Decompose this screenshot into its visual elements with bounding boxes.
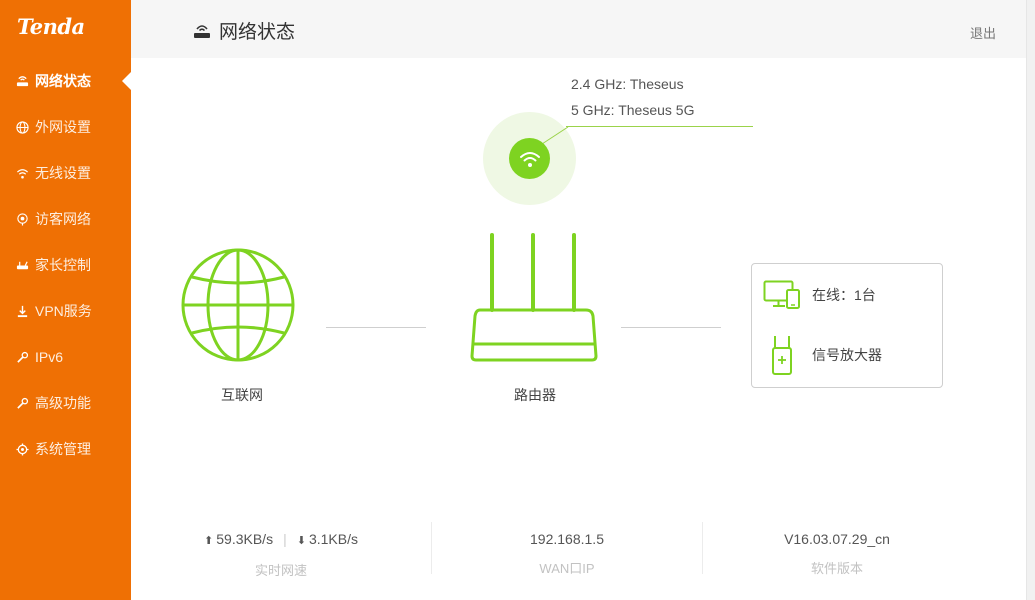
internet-globe-icon[interactable] — [180, 247, 296, 363]
page-header: 网络状态 退出 — [131, 0, 1026, 58]
firmware-value: V16.03.07.29_cn — [784, 531, 890, 547]
online-devices-row[interactable]: 在线：1台 — [762, 280, 876, 310]
sidebar-nav: 网络状态 外网设置 无线设置 访客网络 家长控制 VPN服务 IPv6 高级功能… — [0, 58, 131, 472]
wan-ip-label: WAN口IP — [539, 561, 595, 576]
upload-speed: 59.3KB/s — [216, 531, 274, 547]
firmware-stat: V16.03.07.29_cn 软件版本 — [703, 522, 971, 576]
router-icon — [194, 24, 210, 38]
logout-link[interactable]: 退出 — [970, 23, 996, 42]
tenda-logo: Tenda — [17, 14, 85, 39]
ssid-24ghz: 2.4 GHz: Theseus — [571, 76, 684, 92]
upload-arrow-icon: ⬆ — [204, 535, 214, 547]
wrench-icon — [15, 350, 29, 364]
speed-values: ⬆ 59.3KB/s | ⬇ 3.1KB/s — [131, 522, 431, 558]
wan-ip-value: 192.168.1.5 — [530, 531, 604, 547]
sidebar-item-advanced[interactable]: 高级功能 — [0, 380, 131, 426]
sidebar-item-wan-settings[interactable]: 外网设置 — [0, 104, 131, 150]
wan-ip-stat: 192.168.1.5 WAN口IP — [432, 522, 702, 576]
router-icon — [15, 74, 29, 88]
sidebar-item-label: IPv6 — [35, 349, 64, 365]
sidebar-item-label: VPN服务 — [35, 303, 92, 319]
sidebar-item-parental-control[interactable]: 家长控制 — [0, 242, 131, 288]
status-bar: ⬆ 59.3KB/s | ⬇ 3.1KB/s 实时网速 192.168.1.5 WAN口… — [131, 522, 1026, 582]
page-title-text: 网络状态 — [219, 22, 296, 43]
vpn-icon — [15, 304, 29, 318]
firmware-label: 软件版本 — [810, 561, 863, 576]
sidebar-item-ipv6[interactable]: IPv6 — [0, 334, 131, 380]
devices-icon — [762, 280, 802, 310]
wifi-status-button[interactable] — [509, 138, 550, 179]
speed-label: 实时网速 — [254, 563, 307, 578]
extender-label: 信号放大器 — [812, 347, 882, 363]
sidebar-item-vpn[interactable]: VPN服务 — [0, 288, 131, 334]
devices-panel: 在线：1台 信号放大器 — [751, 263, 943, 388]
sidebar: Tenda 网络状态 外网设置 无线设置 访客网络 家长控制 VPN服务 IPv… — [0, 0, 131, 600]
router-device-icon[interactable] — [468, 232, 600, 364]
online-devices-count: 在线：1台 — [812, 287, 876, 303]
parental-icon — [15, 258, 29, 272]
page-title: 网络状态 — [193, 17, 295, 44]
sidebar-item-network-status[interactable]: 网络状态 — [0, 58, 131, 104]
globe-icon — [15, 120, 29, 134]
realtime-speed-stat: ⬆ 59.3KB/s | ⬇ 3.1KB/s 实时网速 — [131, 522, 431, 578]
ssid-pointer-line — [566, 126, 753, 127]
wifi-icon — [519, 151, 540, 167]
guest-icon — [15, 212, 29, 226]
sidebar-item-label: 高级功能 — [35, 395, 91, 411]
sidebar-item-label: 网络状态 — [35, 73, 91, 89]
sidebar-item-label: 访客网络 — [35, 211, 91, 227]
sidebar-item-system-management[interactable]: 系统管理 — [0, 426, 131, 472]
wrench-icon — [15, 396, 29, 410]
sidebar-item-label: 外网设置 — [35, 119, 91, 135]
sidebar-item-wireless-settings[interactable]: 无线设置 — [0, 150, 131, 196]
speed-separator: | — [283, 531, 287, 547]
sidebar-item-label: 系统管理 — [35, 441, 91, 457]
connection-line-devices — [621, 327, 721, 328]
signal-extender-icon — [762, 334, 802, 376]
sidebar-item-label: 无线设置 — [35, 165, 91, 181]
download-speed: 3.1KB/s — [308, 531, 358, 547]
download-arrow-icon: ⬇ — [296, 535, 306, 547]
scrollbar[interactable] — [1026, 0, 1035, 600]
sidebar-item-label: 家长控制 — [35, 257, 91, 273]
ssid-5ghz: 5 GHz: Theseus 5G — [571, 102, 695, 118]
sidebar-item-guest-network[interactable]: 访客网络 — [0, 196, 131, 242]
ssid-connector — [541, 126, 569, 145]
wifi-icon — [15, 166, 29, 180]
router-label: 路由器 — [514, 387, 556, 403]
connection-line-internet — [326, 327, 426, 328]
gear-icon — [15, 442, 29, 456]
extender-row[interactable]: 信号放大器 — [762, 334, 882, 376]
internet-label: 互联网 — [221, 387, 263, 403]
